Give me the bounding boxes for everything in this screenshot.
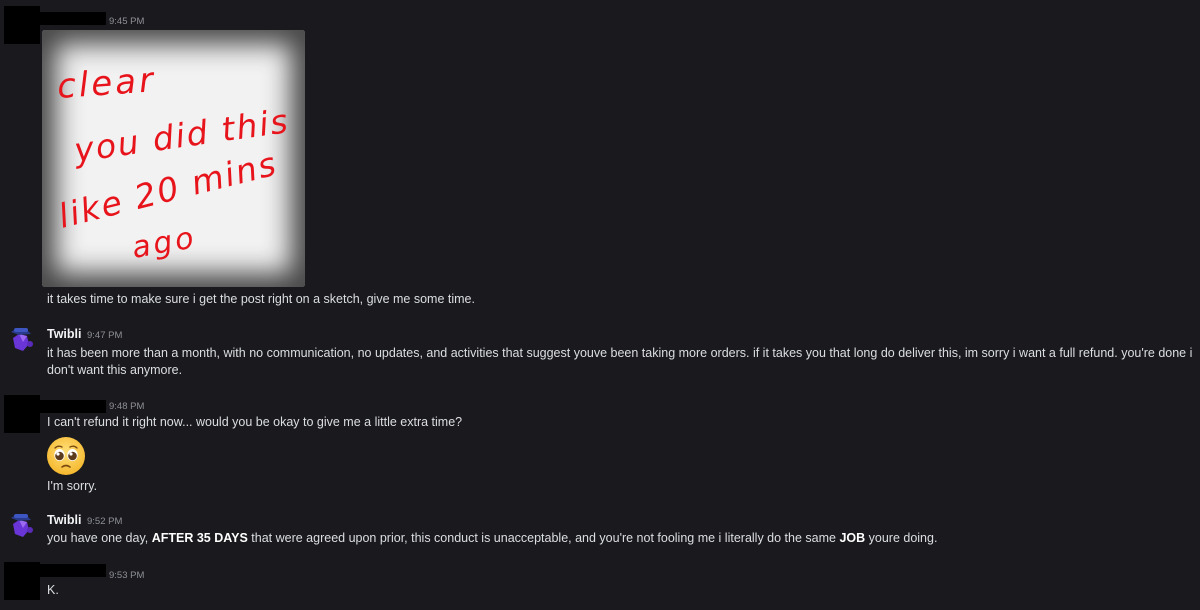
- message-text: you have one day, AFTER 35 DAYS that wer…: [47, 530, 937, 547]
- message-text: I can't refund it right now... would you…: [47, 415, 463, 429]
- message-text: K.: [47, 583, 59, 597]
- avatar-icon: [5, 510, 37, 542]
- message-text-line-1: it has been more than a month, with no c…: [47, 346, 1193, 360]
- message-bold-text: JOB: [839, 531, 866, 545]
- redacted-author-block: [4, 6, 40, 44]
- message-timestamp[interactable]: 9:47 PM: [87, 330, 122, 341]
- pleading-face-icon: [47, 437, 85, 475]
- message-text-part: you have one day,: [47, 531, 152, 545]
- message-timestamp[interactable]: 9:52 PM: [87, 516, 122, 527]
- message-text-line-2: don't want this anymore.: [47, 363, 183, 377]
- message-text: I'm sorry.: [47, 479, 98, 493]
- author-name[interactable]: Twibli: [47, 327, 82, 341]
- sketch-handwriting: clear you did this like 20 mins ago: [55, 60, 292, 266]
- message-timestamp[interactable]: 9:48 PM: [109, 401, 144, 412]
- pleading-face-emoji[interactable]: [46, 436, 86, 476]
- avatar-icon: [5, 324, 37, 356]
- message-text-part: youre doing.: [865, 531, 938, 545]
- message-timestamp[interactable]: 9:53 PM: [109, 570, 144, 581]
- message-text-part: that were agreed upon prior, this conduc…: [247, 531, 840, 545]
- redacted-username: [36, 564, 106, 577]
- redacted-author-block: [4, 562, 40, 600]
- sketch-line-4: ago: [129, 220, 199, 266]
- message-text: it takes time to make sure i get the pos…: [47, 292, 475, 306]
- message-timestamp[interactable]: 9:45 PM: [109, 16, 144, 27]
- sketch-image-attachment[interactable]: clear you did this like 20 mins ago: [42, 30, 305, 287]
- redacted-username: [36, 400, 106, 413]
- twibli-avatar[interactable]: [5, 510, 37, 542]
- sketch-line-1: clear: [56, 60, 157, 107]
- redacted-author-block: [4, 395, 40, 433]
- message-bold-text: AFTER 35 DAYS: [151, 531, 248, 545]
- author-name[interactable]: Twibli: [47, 513, 82, 527]
- redacted-username: [36, 12, 106, 25]
- twibli-avatar[interactable]: [5, 324, 37, 356]
